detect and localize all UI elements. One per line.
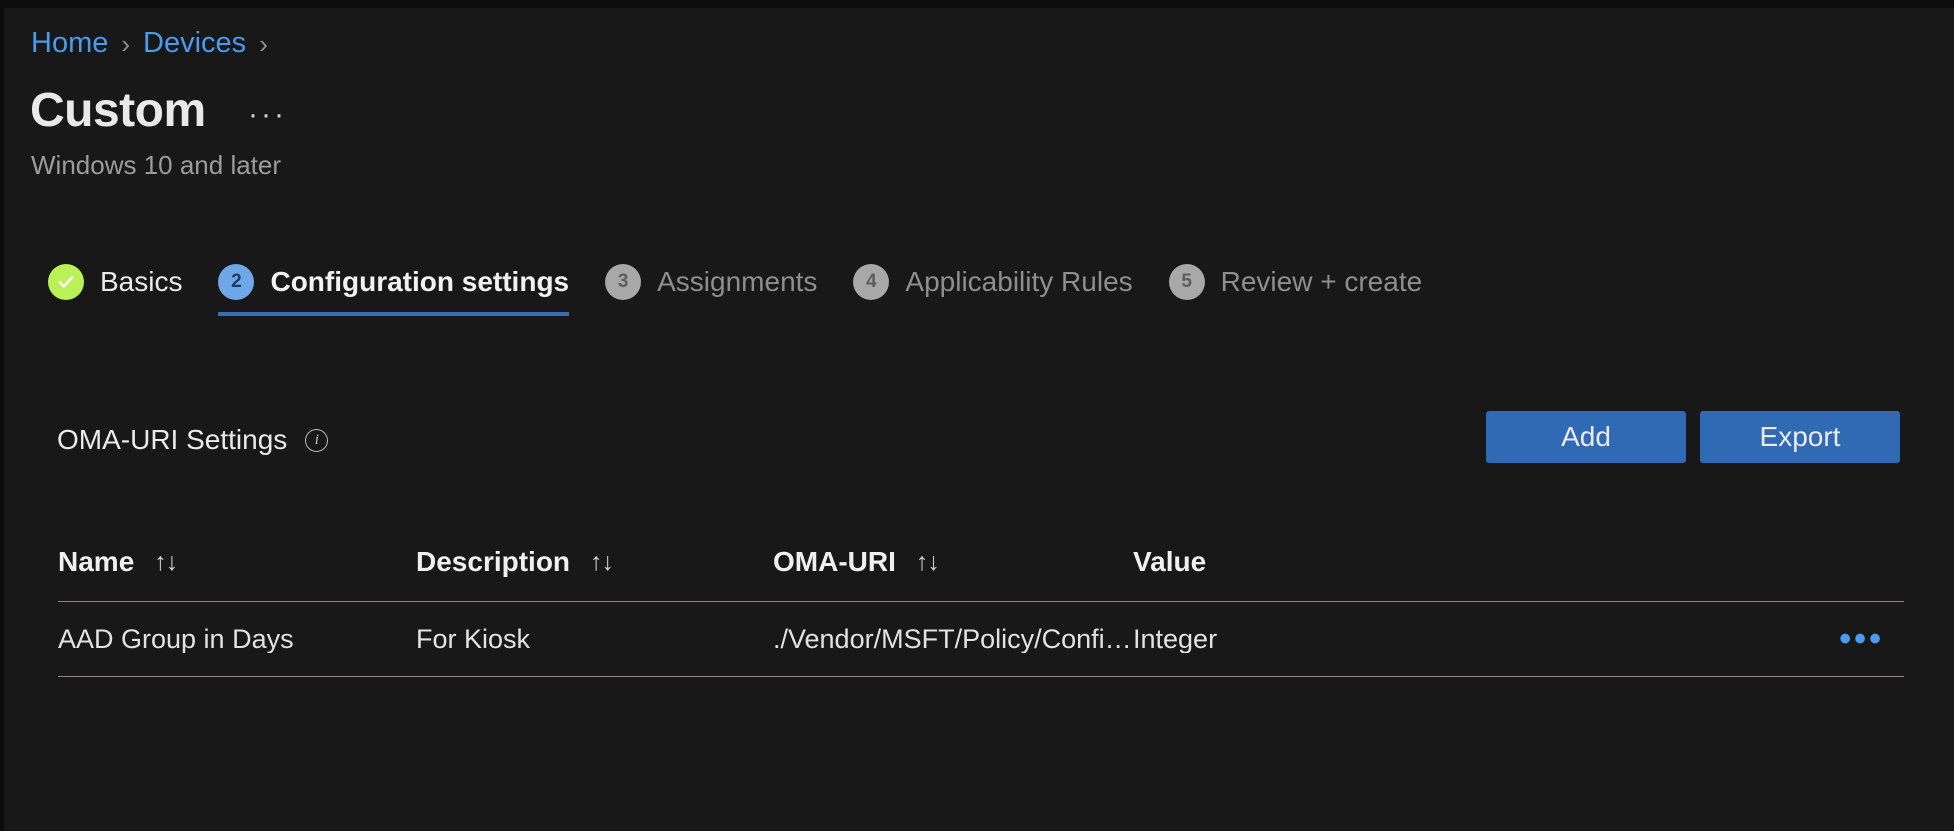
wizard-step-label-basics: Basics [100, 268, 182, 296]
column-header-value-label: Value [1133, 548, 1206, 576]
step-number-badge-4: 4 [853, 264, 889, 300]
step-number-badge-2: 2 [218, 264, 254, 300]
column-header-value[interactable]: Value [1133, 548, 1833, 576]
wizard-step-label-applicability-rules: Applicability Rules [905, 268, 1132, 296]
breadcrumb-chevron-right-icon: › [121, 31, 130, 57]
cell-description: For Kiosk [416, 626, 773, 653]
wizard-step-assignments[interactable]: 3 Assignments [605, 248, 817, 316]
breadcrumb-item-devices[interactable]: Devices [143, 29, 246, 58]
row-context-menu-icon[interactable]: ••• [1839, 622, 1884, 656]
wizard-step-basics[interactable]: Basics [48, 248, 182, 316]
breadcrumb-chevron-right-icon-2: › [259, 31, 268, 57]
wizard-step-label-review-create: Review + create [1221, 268, 1423, 296]
table-header-row: Name ↑↓ Description ↑↓ OMA-URI ↑↓ Value [58, 523, 1904, 601]
cell-name: AAD Group in Days [58, 626, 416, 653]
cell-value: Integer [1133, 626, 1833, 653]
oma-uri-settings-table: Name ↑↓ Description ↑↓ OMA-URI ↑↓ Value … [58, 523, 1904, 677]
wizard-step-applicability-rules[interactable]: 4 Applicability Rules [853, 248, 1132, 316]
table-row[interactable]: AAD Group in Days For Kiosk ./Vendor/MSF… [58, 601, 1904, 677]
step-number-badge-3: 3 [605, 264, 641, 300]
sort-icon-oma-uri[interactable]: ↑↓ [916, 550, 939, 575]
page-title: Custom [30, 86, 206, 136]
breadcrumb: Home › Devices › [31, 29, 281, 58]
wizard-step-label-configuration-settings: Configuration settings [270, 268, 569, 296]
column-header-description[interactable]: Description ↑↓ [416, 548, 773, 576]
breadcrumb-item-home[interactable]: Home [31, 29, 108, 58]
active-tab-underline [218, 312, 569, 316]
column-header-name-label: Name [58, 548, 134, 576]
page-subtitle: Windows 10 and later [31, 150, 281, 181]
export-button[interactable]: Export [1700, 411, 1900, 463]
column-header-oma-uri[interactable]: OMA-URI ↑↓ [773, 548, 1133, 576]
more-actions-icon[interactable]: ··· [248, 100, 287, 130]
add-button[interactable]: Add [1486, 411, 1686, 463]
wizard-step-configuration-settings[interactable]: 2 Configuration settings [218, 248, 569, 316]
wizard-steps: Basics 2 Configuration settings 3 Assign… [48, 248, 1422, 316]
info-icon[interactable]: i [305, 429, 328, 452]
row-actions: ••• [1833, 622, 1904, 656]
table-toolbar: Add Export [1486, 411, 1900, 463]
section-title-text: OMA-URI Settings [57, 426, 287, 454]
wizard-step-label-assignments: Assignments [657, 268, 817, 296]
sort-icon-name[interactable]: ↑↓ [154, 550, 177, 575]
oma-uri-settings-label: OMA-URI Settings i [57, 426, 328, 454]
azure-portal-blade: Home › Devices › Custom ··· Windows 10 a… [4, 8, 1954, 831]
column-header-name[interactable]: Name ↑↓ [58, 548, 416, 576]
sort-icon-description[interactable]: ↑↓ [590, 550, 613, 575]
step-number-badge-5: 5 [1169, 264, 1205, 300]
wizard-step-review-create[interactable]: 5 Review + create [1169, 248, 1423, 316]
check-circle-icon [48, 264, 84, 300]
cell-oma-uri: ./Vendor/MSFT/Policy/Confi… [773, 626, 1133, 653]
column-header-description-label: Description [416, 548, 570, 576]
column-header-oma-uri-label: OMA-URI [773, 548, 896, 576]
